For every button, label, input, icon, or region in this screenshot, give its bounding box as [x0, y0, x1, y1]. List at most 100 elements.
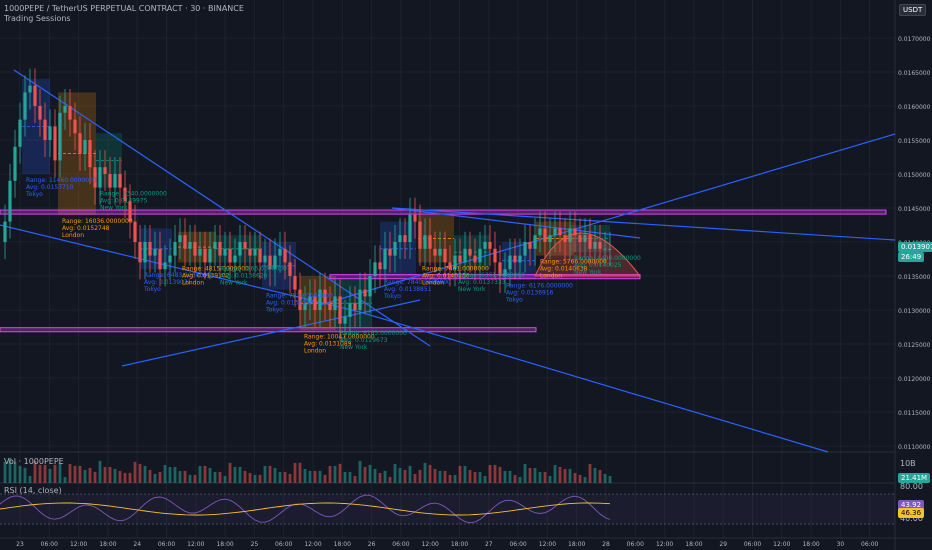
currency-badge[interactable]: USDT — [899, 4, 927, 16]
candle-body — [118, 174, 122, 188]
session-label: Tokyo — [143, 286, 161, 293]
candle-body — [73, 119, 77, 134]
price-tick-label: 0.0135000 — [898, 274, 931, 281]
volume-bar — [573, 472, 577, 483]
time-tick-label: 06:00 — [392, 541, 409, 548]
volume-bar — [293, 462, 297, 483]
candle-body — [508, 255, 512, 270]
volume-bar — [428, 464, 432, 483]
session-label: Tokyo — [505, 296, 523, 303]
candle-body — [283, 248, 287, 263]
price-tick-label: 0.0155000 — [898, 138, 931, 145]
time-tick-label: 06:00 — [509, 541, 526, 548]
candle-body — [198, 248, 202, 256]
volume-bar — [138, 463, 142, 483]
candle-body — [428, 235, 432, 249]
candle-body — [543, 228, 547, 242]
session-label: Range: 4490.0000000 — [574, 255, 641, 262]
time-axis[interactable]: 23 06:00 12:00 18:00 24 06:00 12:00 18:00 25 06:0… — [16, 541, 878, 548]
time-tick-label: 18:00 — [334, 541, 351, 548]
session-label: Range: 6361.0000000 — [458, 272, 525, 279]
volume-bar — [48, 468, 52, 483]
volume-bar — [468, 469, 472, 483]
volume-bar — [223, 475, 227, 483]
candle-body — [58, 112, 62, 161]
candle-body — [258, 248, 262, 263]
candle-body — [108, 174, 112, 188]
volume-bar — [453, 474, 457, 483]
volume-bar — [283, 471, 287, 483]
candle-body — [553, 228, 557, 236]
volume-bar — [78, 465, 82, 483]
volume-bar — [88, 467, 92, 483]
volume-bar — [513, 474, 517, 483]
zone-rectangle — [0, 327, 537, 333]
candle-body — [133, 221, 137, 242]
volume-bar — [108, 466, 112, 483]
volume-axis-label: 10B — [900, 459, 916, 468]
volume-bar — [588, 463, 592, 483]
volume-bar — [83, 469, 87, 483]
session-label: London — [182, 279, 204, 286]
volume-bar — [543, 471, 547, 483]
candle-body — [548, 235, 552, 242]
rsi-label[interactable]: RSI (14, close) — [4, 486, 62, 495]
candle-body — [293, 276, 297, 290]
candle-body — [203, 248, 207, 263]
volume-bar — [38, 464, 42, 483]
volume-bar — [128, 472, 132, 483]
candle-body — [188, 242, 192, 249]
volume-bar — [578, 474, 582, 483]
volume-bar — [358, 460, 362, 483]
session-label: Range: 3866.0000000 — [220, 265, 287, 272]
volume-bar — [198, 465, 202, 483]
candle-body — [438, 248, 442, 256]
volume-bar — [218, 471, 222, 483]
volume-bar — [178, 470, 182, 483]
volume-bar — [403, 469, 407, 483]
candle-body — [213, 242, 217, 249]
candle-body — [528, 242, 532, 249]
candle-body — [113, 174, 117, 188]
candle-body — [393, 242, 397, 256]
volume-bar — [388, 476, 392, 483]
trading-chart[interactable]: Range: 11460.0000000Avg: 0.0157710TokyoR… — [0, 0, 932, 550]
price-tick-label: 0.0150000 — [898, 172, 931, 179]
candle-body — [388, 248, 392, 256]
volume-bar — [23, 467, 27, 483]
volume-bar — [483, 475, 487, 483]
time-tick-label: 28 — [602, 541, 610, 548]
volume-bar — [123, 472, 127, 483]
volume-bar — [603, 474, 607, 483]
candle-body — [233, 255, 237, 263]
volume-bar — [568, 468, 572, 483]
volume-bar — [313, 470, 317, 483]
volume-bar — [333, 465, 337, 483]
candle-body — [88, 140, 92, 168]
volume-bar — [503, 470, 507, 483]
candle-body — [143, 242, 147, 263]
volume-bar — [443, 470, 447, 483]
volume-bar — [68, 463, 72, 483]
time-tick-label: 12:00 — [539, 541, 556, 548]
price-tick-label: 0.0170000 — [898, 36, 931, 43]
candle-body — [193, 242, 197, 256]
session-label: Range: 11460.0000000 — [26, 177, 97, 184]
volume-bar — [163, 464, 167, 483]
session-label: London — [304, 347, 326, 354]
candle-body — [53, 126, 57, 161]
candle-body — [458, 255, 462, 263]
volume-bar — [238, 466, 242, 483]
indicator-label[interactable]: Trading Sessions — [4, 14, 71, 23]
session-label: Avg: 0.0138620 — [220, 272, 268, 279]
volume-label[interactable]: Vol · 1000PEPE — [4, 457, 64, 466]
session-label: Avg: 0.0137333 — [458, 279, 506, 286]
volume-bar — [373, 468, 377, 483]
volume-bar — [273, 467, 277, 483]
candle-body — [43, 119, 47, 140]
session-label: Avg: 0.0140025 — [574, 262, 622, 269]
candle-body — [3, 221, 7, 242]
session-label: Range: 6176.0000000 — [506, 282, 573, 289]
volume-bar — [113, 468, 117, 483]
session-label: London — [62, 232, 84, 239]
